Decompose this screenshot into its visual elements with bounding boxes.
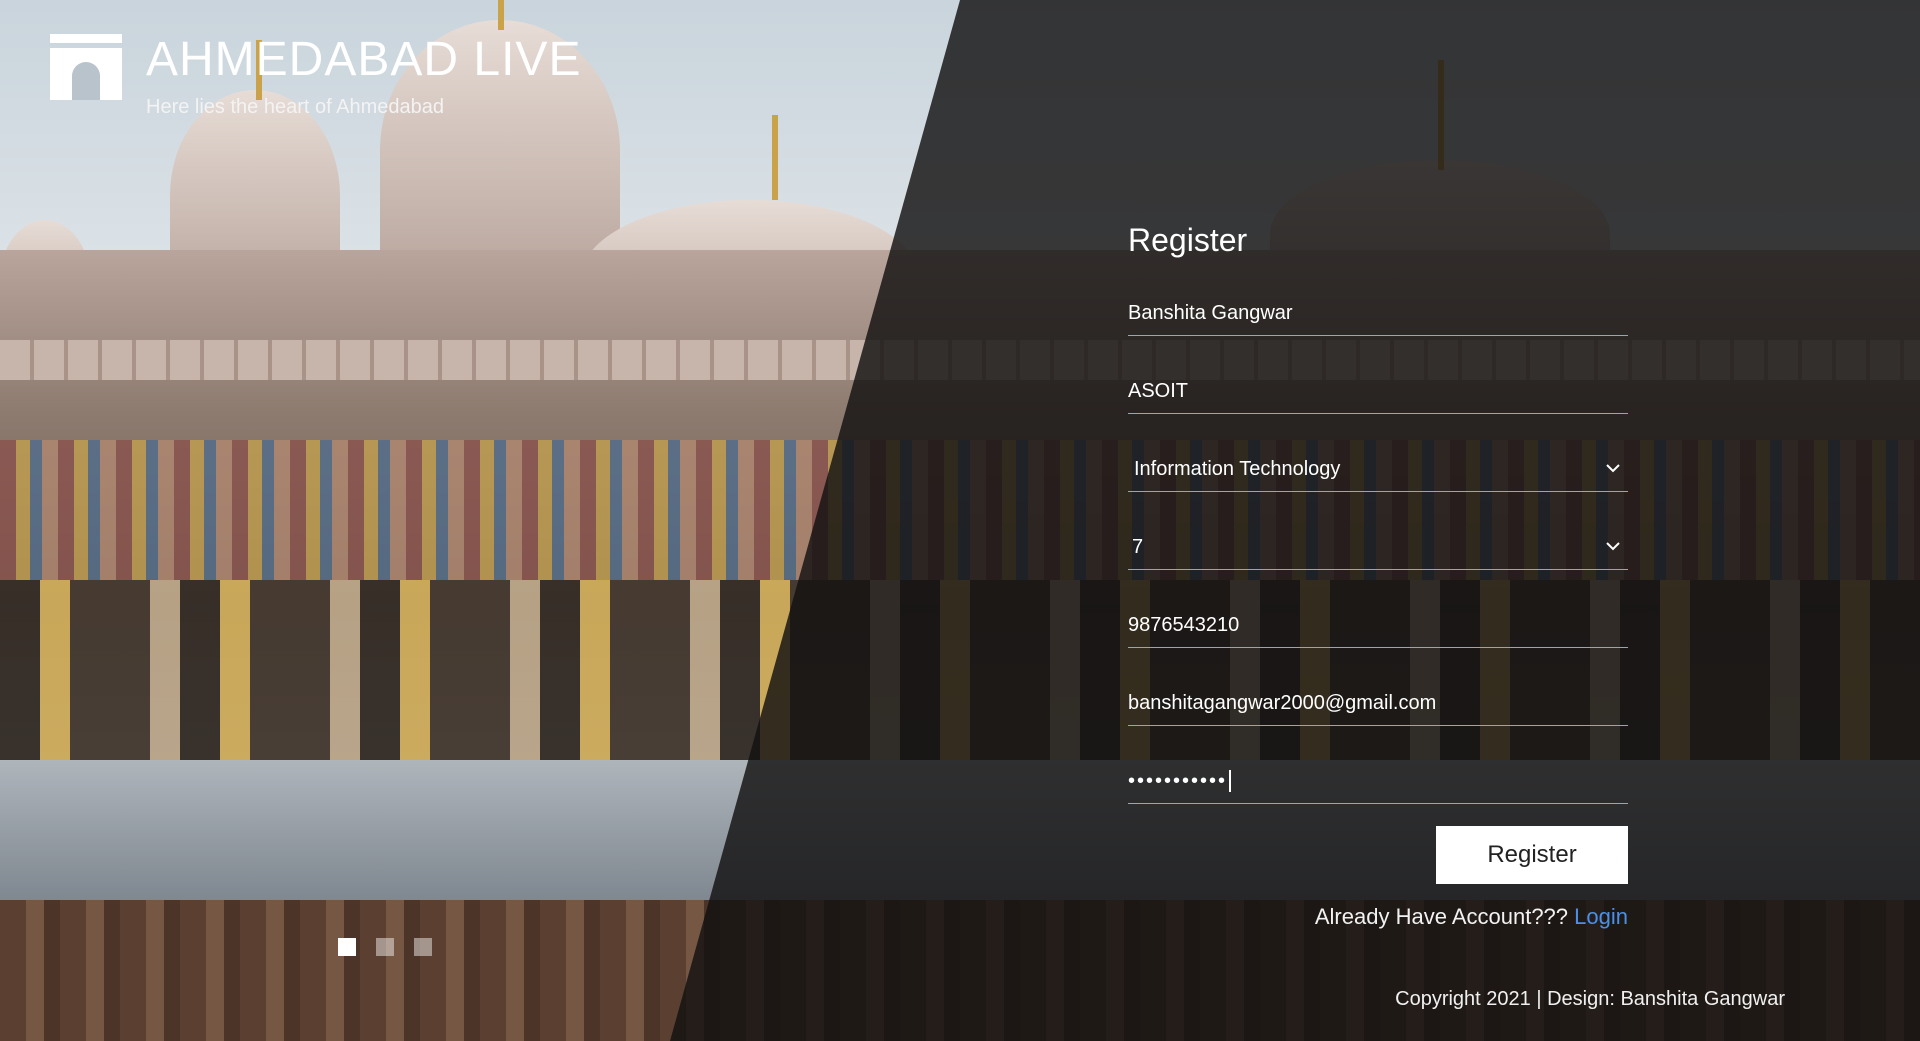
slider-dots (338, 938, 432, 956)
password-field-wrap: ••••••••••• (1128, 748, 1628, 826)
college-field-wrap (1128, 358, 1628, 436)
form-title: Register (1128, 222, 1248, 258)
submit-row: Register Already Have Account??? Login (1128, 826, 1628, 929)
semester-select[interactable]: 7 (1128, 524, 1628, 570)
register-button[interactable]: Register (1436, 826, 1628, 884)
site-title: AHMEDABAD LIVE (146, 33, 582, 86)
phone-input[interactable] (1128, 602, 1628, 648)
login-prompt-line: Already Have Account??? Login (1315, 904, 1628, 930)
college-input[interactable] (1128, 368, 1628, 414)
chevron-down-icon (1604, 460, 1622, 478)
login-prompt-text: Already Have Account??? (1314, 904, 1569, 929)
chevron-down-icon (1604, 538, 1622, 556)
brand-header[interactable]: AHMEDABAD LIVE Here lies the heart of Ah… (50, 30, 581, 119)
register-form: Register Information Technology 7 •• (1128, 218, 1628, 929)
department-select-value: Information Technology (1134, 457, 1341, 480)
copyright-text: Copyright 2021 | Design: Banshita Gangwa… (1395, 988, 1785, 1010)
temple-spire (772, 115, 778, 200)
semester-field-wrap: 7 (1128, 514, 1628, 592)
phone-field-wrap (1128, 592, 1628, 670)
site-subtitle: Here lies the heart of Ahmedabad (146, 96, 444, 118)
department-field-wrap: Information Technology (1128, 436, 1628, 514)
brand-text: AHMEDABAD LIVE Here lies the heart of Ah… (146, 30, 581, 119)
semester-select-value: 7 (1132, 535, 1144, 558)
slider-dot-3[interactable] (414, 938, 432, 956)
slider-dot-1[interactable] (338, 938, 356, 956)
password-value-wrap: ••••••••••• (1128, 758, 1232, 804)
password-masked-value: ••••••••••• (1128, 769, 1228, 792)
department-select[interactable]: Information Technology (1128, 446, 1628, 492)
temple-spire (498, 0, 504, 30)
text-caret (1229, 770, 1232, 793)
email-field-wrap (1128, 670, 1628, 748)
slider-dot-2[interactable] (376, 938, 394, 956)
name-input[interactable] (1128, 290, 1628, 336)
name-field-wrap (1128, 280, 1628, 358)
arch-gate-icon (50, 34, 122, 100)
background-temple-image (0, 0, 1920, 1041)
email-input[interactable] (1128, 680, 1628, 726)
login-link[interactable]: Login (1574, 904, 1628, 929)
password-input[interactable]: ••••••••••• (1128, 758, 1628, 804)
